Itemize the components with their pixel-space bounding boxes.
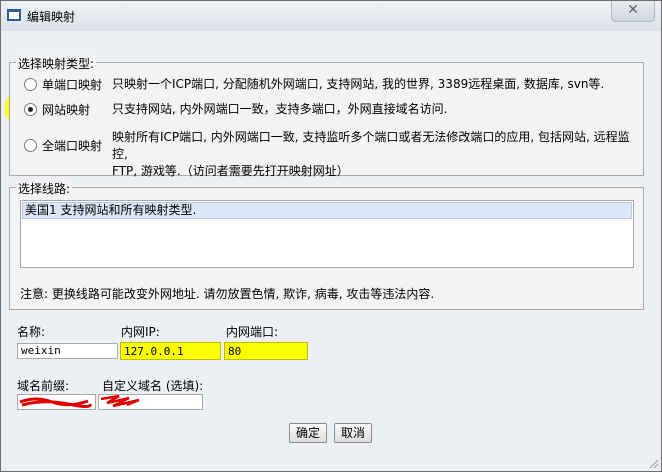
title-bar[interactable]: 编辑映射 ✕ bbox=[1, 1, 661, 31]
resize-grip-icon[interactable] bbox=[647, 457, 659, 469]
option-label[interactable]: 全端口映射 bbox=[42, 137, 108, 154]
name-label: 名称: bbox=[17, 325, 46, 339]
option-desc: 映射所有ICP端口, 内外网端口一致, 支持监听多个端口或者无法修改端口的应用,… bbox=[112, 129, 643, 180]
port-label: 内网端口: bbox=[226, 325, 279, 339]
edit-mapping-dialog: 编辑映射 ✕ 选择映射类型: 单端口映射 只映射一个ICP端口, 分配随机外网端… bbox=[0, 0, 662, 472]
radio-website[interactable] bbox=[24, 103, 37, 116]
option-single-port[interactable]: 单端口映射 只映射一个ICP端口, 分配随机外网端口, 支持网站, 我的世界, … bbox=[24, 76, 604, 93]
prefix-label: 域名前缀: bbox=[17, 379, 70, 393]
route-panel: 选择线路: 美国1 支持网站和所有映射类型. 注意: 更换线路可能改变外网地址.… bbox=[9, 180, 644, 310]
option-desc: 只支持网站, 内外网端口一致，支持多端口，外网直接域名访问. bbox=[112, 102, 448, 116]
route-note: 注意: 更换线路可能改变外网地址. 请勿放置色情, 欺诈, 病毒, 攻击等违法内… bbox=[20, 287, 435, 301]
window-title: 编辑映射 bbox=[27, 10, 76, 24]
app-icon bbox=[7, 9, 21, 21]
option-desc: 只映射一个ICP端口, 分配随机外网端口, 支持网站, 我的世界, 3389远程… bbox=[112, 77, 605, 91]
custom-domain-label: 自定义域名 (选填): bbox=[102, 379, 204, 393]
redacted-scribble bbox=[100, 394, 140, 408]
mapping-type-legend: 选择映射类型: bbox=[16, 55, 97, 72]
custom-domain-input[interactable] bbox=[98, 394, 203, 410]
port-input[interactable] bbox=[224, 342, 308, 360]
close-button[interactable]: ✕ bbox=[611, 1, 655, 22]
option-desc-line: FTP, 游戏等.（访问者需要先打开映射网址） bbox=[112, 164, 349, 178]
option-desc-line: 映射所有ICP端口, 内外网端口一致, 支持监听多个端口或者无法修改端口的应用,… bbox=[112, 130, 630, 161]
option-label[interactable]: 网站映射 bbox=[42, 101, 108, 118]
name-input[interactable] bbox=[17, 343, 118, 359]
option-website[interactable]: 网站映射 只支持网站, 内外网端口一致，支持多端口，外网直接域名访问. bbox=[24, 101, 447, 118]
prefix-input[interactable] bbox=[17, 394, 96, 410]
ok-button[interactable]: 确定 bbox=[289, 423, 327, 443]
mapping-type-panel: 选择映射类型: 单端口映射 只映射一个ICP端口, 分配随机外网端口, 支持网站… bbox=[9, 55, 644, 178]
cancel-button[interactable]: 取消 bbox=[334, 423, 372, 443]
ip-label: 内网IP: bbox=[121, 325, 160, 339]
radio-all-ports[interactable] bbox=[24, 139, 37, 152]
radio-single-port[interactable] bbox=[24, 78, 37, 91]
option-label[interactable]: 单端口映射 bbox=[42, 76, 108, 93]
route-list-item[interactable]: 美国1 支持网站和所有映射类型. bbox=[22, 202, 632, 219]
option-all-ports[interactable]: 全端口映射 映射所有ICP端口, 内外网端口一致, 支持监听多个端口或者无法修改… bbox=[24, 129, 643, 180]
ip-input[interactable] bbox=[120, 342, 221, 360]
close-icon: ✕ bbox=[627, 2, 639, 18]
route-legend: 选择线路: bbox=[16, 180, 73, 197]
route-list[interactable]: 美国1 支持网站和所有映射类型. bbox=[20, 200, 634, 268]
redacted-scribble bbox=[19, 397, 92, 408]
